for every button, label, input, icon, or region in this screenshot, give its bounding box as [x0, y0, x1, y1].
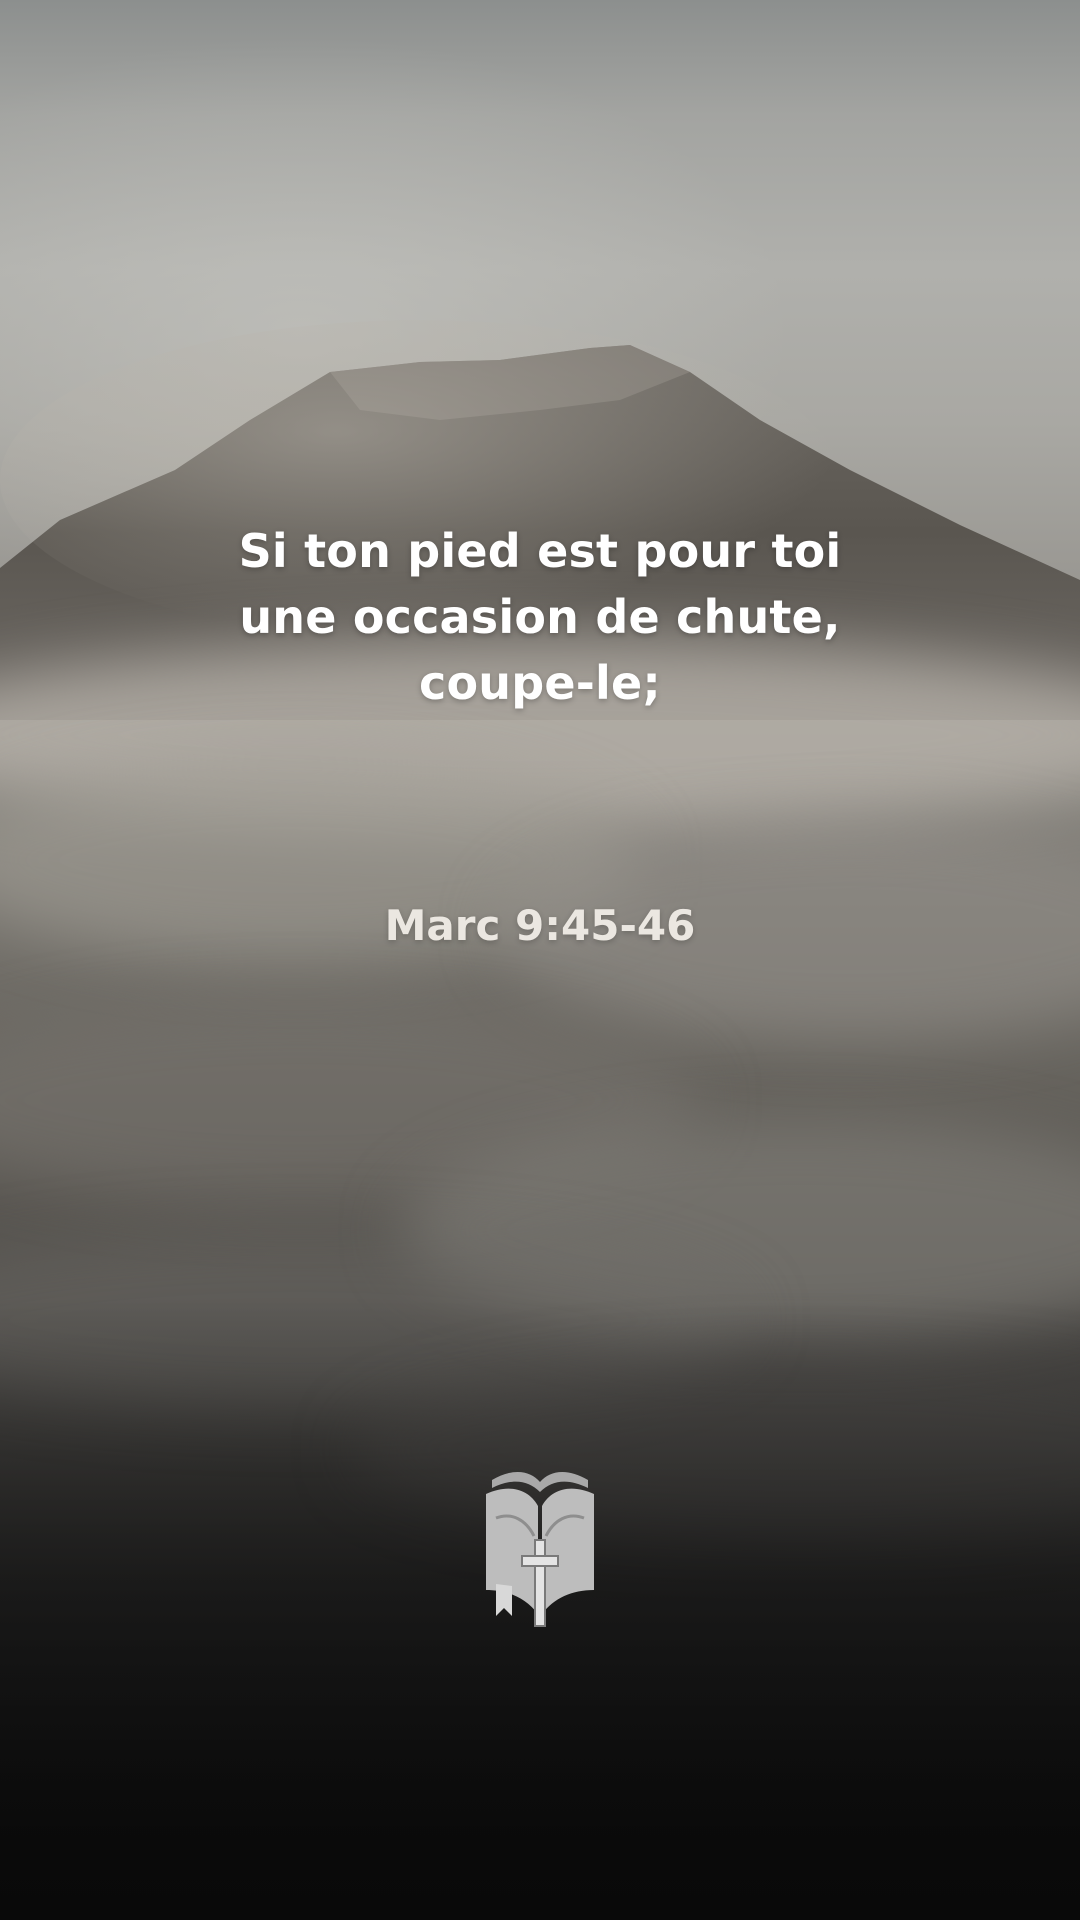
verse-wallpaper: Si ton pied est pour toi une occasion de… [0, 0, 1080, 1920]
verse-line: une occasion de chute, [239, 590, 841, 644]
verse-text: Si ton pied est pour toi une occasion de… [90, 518, 990, 716]
verse-line: coupe-le; [419, 656, 661, 710]
verse-reference: Marc 9:45-46 [384, 901, 696, 950]
bible-book-cross-logo-icon [486, 1471, 594, 1627]
verse-line: Si ton pied est pour toi [238, 524, 842, 578]
